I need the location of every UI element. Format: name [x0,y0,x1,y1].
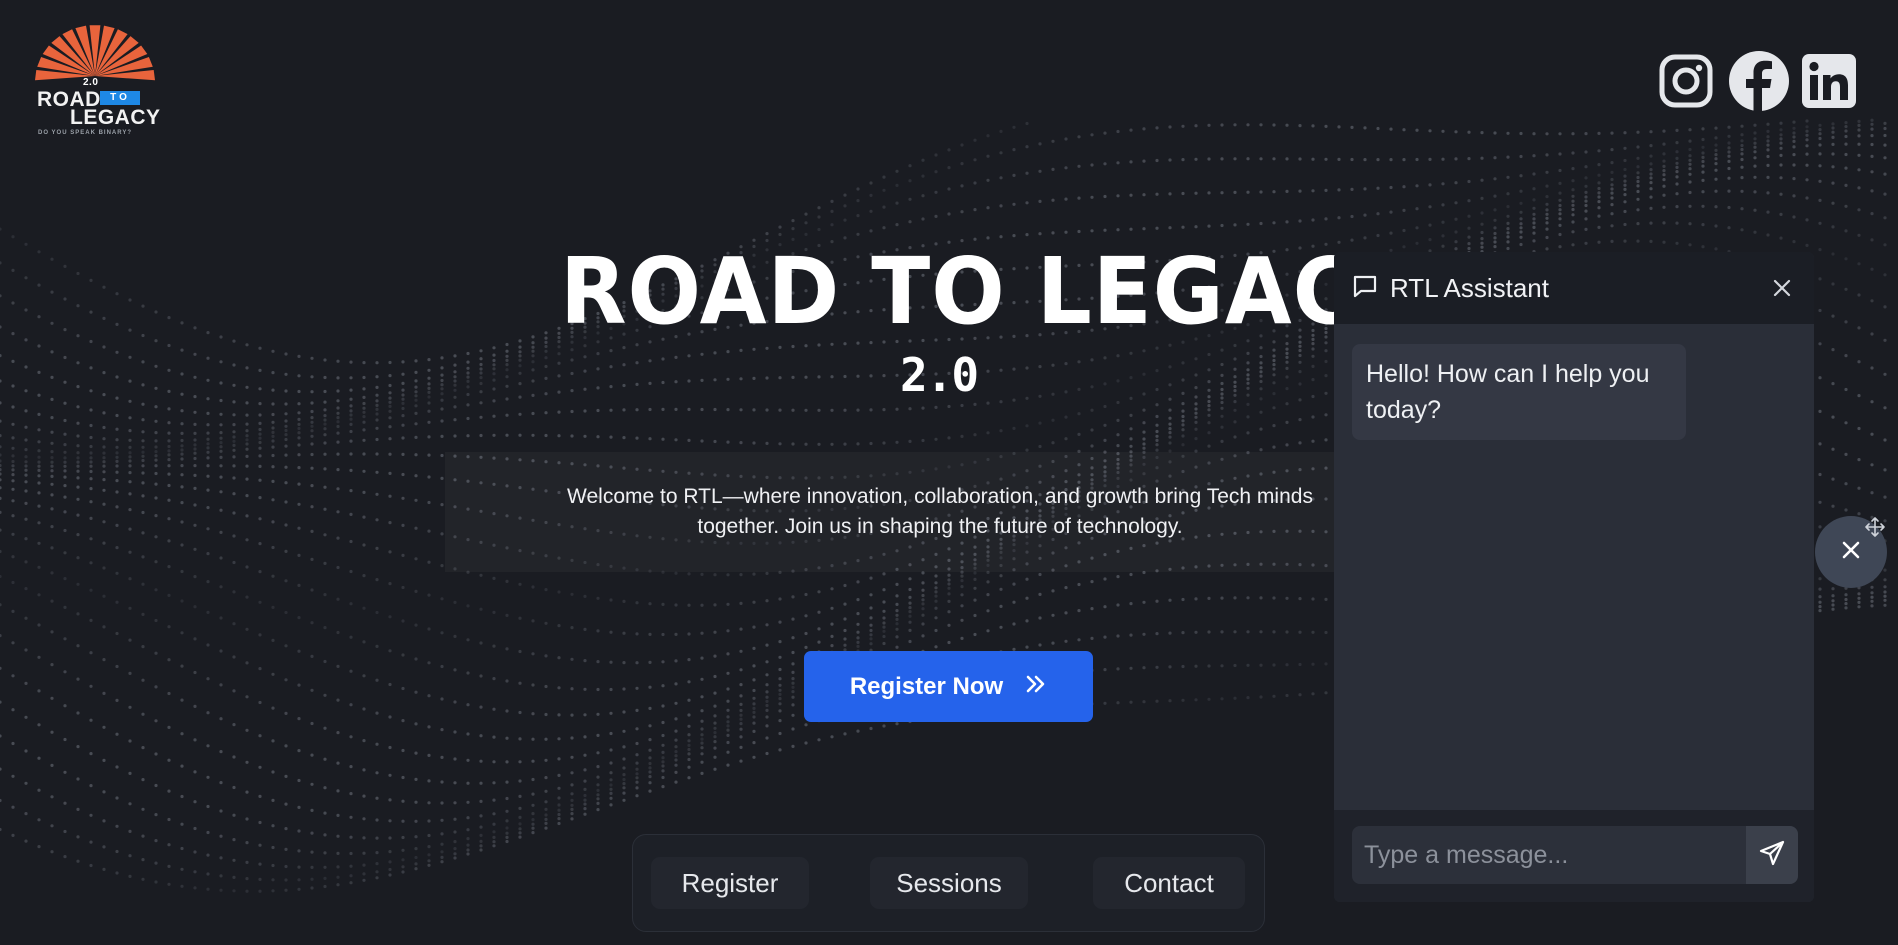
chat-message-input[interactable] [1352,826,1746,884]
send-icon [1758,839,1786,872]
instagram-icon[interactable] [1658,52,1714,110]
chat-title: RTL Assistant [1390,272,1549,303]
hero-version: 2.0 [900,348,979,402]
facebook-icon[interactable] [1728,50,1790,112]
road-to-legacy-logo[interactable]: 2.0 ROAD TO LEGACY DO YOU SPEAK BINARY? [32,20,161,142]
move-icon[interactable] [1864,516,1886,538]
close-icon[interactable] [1770,276,1794,300]
assistant-message: Hello! How can I help you today? [1352,344,1686,440]
logo-version: 2.0 [83,77,99,88]
logo-legacy: LEGACY [70,106,161,129]
bottom-nav: Register Sessions Contact [632,834,1265,932]
nav-contact-button[interactable]: Contact [1093,857,1245,909]
hero-description-line-1: Welcome to RTL—where innovation, collabo… [567,485,1313,508]
register-now-label: Register Now [849,672,1004,700]
chat-messages[interactable]: Hello! How can I help you today? [1334,324,1814,810]
double-chevron-right-icon [1025,673,1047,701]
chat-panel: RTL Assistant Hello! How can I help you … [1334,252,1814,902]
nav-sessions-button[interactable]: Sessions [870,857,1028,909]
close-icon [1838,537,1864,568]
register-now-button[interactable]: Register Now [804,651,1093,722]
logo-to: TO [100,91,140,105]
send-button[interactable] [1746,826,1798,884]
chat-footer [1334,810,1814,902]
linkedin-icon[interactable] [1801,53,1857,111]
hero-title: ROAD TO LEGACY [560,238,1421,345]
logo-tagline: DO YOU SPEAK BINARY? [38,130,133,136]
nav-register-button[interactable]: Register [651,857,809,909]
hero-description-line-2: together. Join us in shaping the future … [697,515,1183,538]
chat-header: RTL Assistant [1334,252,1814,324]
message-square-icon [1352,273,1378,304]
hero-description: Welcome to RTL—where innovation, collabo… [500,482,1380,546]
